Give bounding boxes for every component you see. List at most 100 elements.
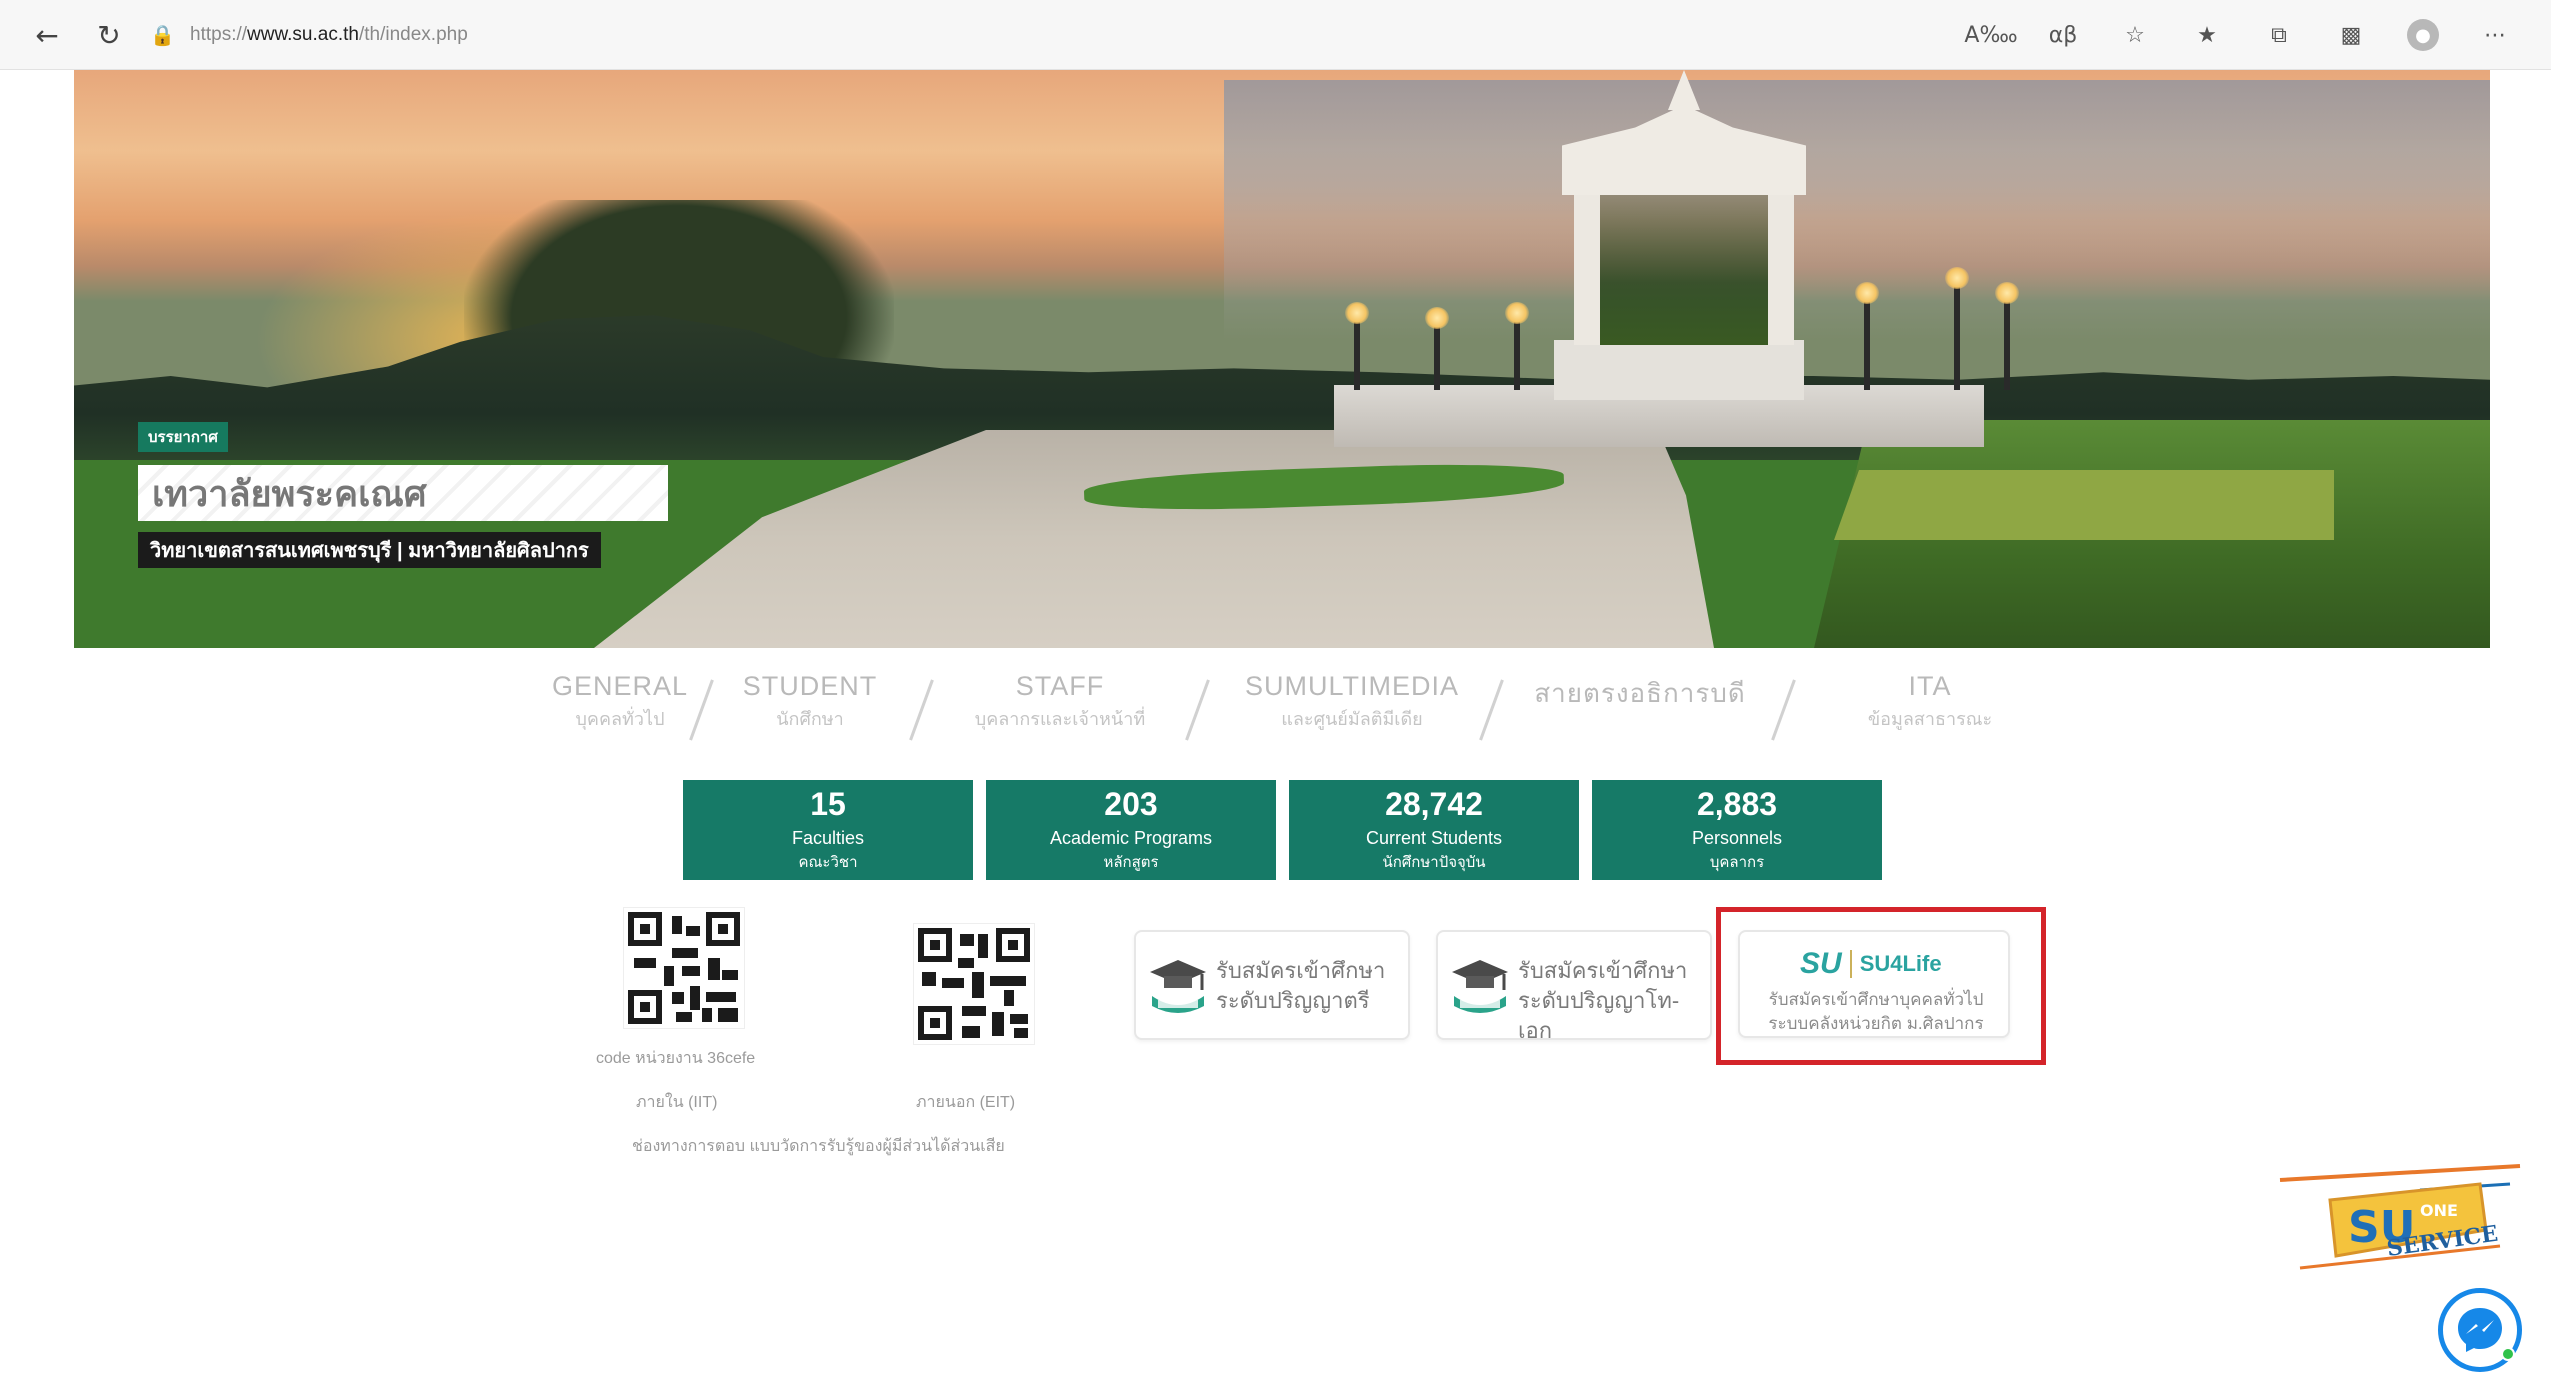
stat-label: Academic Programs (1049, 828, 1213, 848)
graduation-cap-icon (1452, 960, 1508, 1013)
graduation-cap-icon (1150, 960, 1206, 1013)
category-staff[interactable]: STAFF บุคลากรและเจ้าหน้าที่ (940, 668, 1180, 748)
category-president-line[interactable]: สายตรงอธิการบดี (1520, 668, 1760, 748)
lamp-post (1425, 307, 1449, 390)
lock-icon[interactable]: 🔒 (150, 23, 190, 48)
category-nav: GENERAL บุคคลทั่วไป STUDENT นักศึกษา STA… (500, 668, 2040, 748)
category-sublabel: บุคลากรและเจ้าหน้าที่ (974, 709, 1146, 729)
qr-module (702, 1008, 712, 1022)
stat-personnels[interactable]: 2,883 Personnels บุคลากร (1592, 780, 1882, 880)
qr-code-iit[interactable] (623, 907, 745, 1029)
url-host: www.su.ac.th (247, 24, 359, 45)
apply-line2: ระดับปริญญาโท-เอก (1518, 988, 1680, 1043)
browser-actions: A‱ αβ ☆ ★ ⧉ ▩ ● ⋯ (1964, 14, 2511, 56)
url-prefix: https:// (190, 24, 248, 45)
lamp-post (1995, 282, 2019, 390)
add-favorite-icon[interactable]: ☆ (2119, 19, 2151, 51)
category-ita[interactable]: ITA ข้อมูลสาธารณะ (1810, 668, 2050, 748)
qr-module (676, 1012, 692, 1022)
stat-number: 203 (1104, 786, 1158, 822)
qr-module (1014, 1028, 1028, 1038)
stat-sublabel: หลักสูตร (1103, 854, 1159, 871)
extensions-icon[interactable]: ▩ (2335, 19, 2367, 51)
category-label: สายตรงอธิการบดี (1534, 678, 1746, 708)
qr-module (708, 958, 720, 980)
qr-module (962, 1006, 986, 1016)
hero-tag: บรรยากาศ (138, 422, 228, 452)
apply-line1: รับสมัครเข้าศึกษา (1518, 958, 1688, 983)
messenger-chat-button[interactable] (2438, 1288, 2522, 1372)
qr-module (672, 916, 682, 934)
url-path: /th/index.php (358, 24, 468, 45)
reload-icon[interactable]: ↻ (88, 14, 130, 56)
qr-module (690, 986, 700, 1010)
qr-finder (706, 912, 740, 946)
one-stop-service-badge[interactable]: SU ONE SERVICE (2270, 1160, 2530, 1280)
back-icon[interactable]: ← (26, 14, 68, 56)
address-bar[interactable]: 🔒 https://www.su.ac.th/th/index.php (150, 14, 1950, 56)
hero-banner[interactable]: บรรยากาศ เทวาลัยพระคเณศ วิทยาเขตสารสนเทศ… (74, 70, 2490, 648)
qr-iit-label: ภายใน (IIT) (636, 1094, 718, 1111)
apply-graduate-button[interactable]: รับสมัครเข้าศึกษา ระดับปริญญาโท-เอก (1436, 930, 1712, 1043)
category-sublabel: ข้อมูลสาธารณะ (1867, 709, 1993, 729)
qr-module (722, 970, 738, 980)
category-sumultimedia[interactable]: SUMULTIMEDIA และศูนย์มัลติมีเดีย (1222, 668, 1482, 748)
sky-clouds (1224, 80, 2490, 340)
category-label: STAFF (1015, 671, 1105, 701)
category-sublabel: และศูนย์มัลติมีเดีย (1281, 709, 1423, 729)
apply-line2: ระดับปริญญาตรี (1216, 988, 1370, 1013)
shrine-pavilion (1574, 190, 1794, 345)
lamp-post (1345, 302, 1369, 390)
qr-module (1010, 1014, 1028, 1024)
shrine-plinth (1554, 340, 1804, 400)
qr-module (990, 976, 1026, 986)
stat-label: Current Students (1365, 828, 1503, 848)
stat-label: Personnels (1691, 828, 1783, 848)
stat-sublabel: คณะวิชา (798, 854, 858, 871)
online-indicator (2501, 1347, 2515, 1361)
qr-finder (628, 912, 662, 946)
qr-module (682, 966, 700, 976)
read-aloud-icon[interactable]: A‱ (1964, 19, 2017, 51)
qr-code-eit[interactable] (913, 923, 1035, 1045)
collections-icon[interactable]: ⧉ (2263, 19, 2295, 51)
lamp-post (1505, 302, 1529, 390)
stat-programs[interactable]: 203 Academic Programs หลักสูตร (986, 780, 1276, 880)
lamp-post (1945, 267, 1969, 390)
qr-module (1004, 990, 1014, 1006)
stat-faculties[interactable]: 15 Faculties คณะวิชา (683, 780, 973, 880)
qr-module (718, 1008, 738, 1022)
more-icon[interactable]: ⋯ (2479, 19, 2511, 51)
qr-module (672, 992, 684, 1004)
stat-number: 2,883 (1696, 786, 1778, 822)
favorites-icon[interactable]: ★ (2191, 19, 2223, 51)
qr-module (634, 958, 656, 968)
qr-module (978, 934, 988, 958)
apply-line1: รับสมัครเข้าศึกษา (1216, 958, 1386, 983)
stat-sublabel: นักศึกษาปัจจุบัน (1382, 854, 1486, 871)
qr-module (962, 1026, 980, 1038)
stat-sublabel: บุคลากร (1709, 854, 1765, 871)
qr-finder (918, 928, 952, 962)
apply-bachelor-button[interactable]: รับสมัครเข้าศึกษา ระดับปริญญาตรี (1134, 930, 1410, 1040)
stat-number: 28,742 (1385, 786, 1483, 822)
qr-finder (628, 990, 662, 1024)
one-stop-one-text: ONE (2420, 1201, 2458, 1220)
qr-finder (918, 1006, 952, 1040)
stat-number: 15 (810, 786, 846, 822)
translate-icon[interactable]: αβ (2047, 19, 2079, 51)
category-student[interactable]: STUDENT นักศึกษา (690, 668, 930, 748)
profile-icon[interactable]: ● (2407, 19, 2439, 51)
qr-module (958, 958, 974, 968)
qr-module (664, 966, 674, 986)
messenger-icon (2458, 1308, 2502, 1352)
qr-module (972, 972, 984, 998)
qr-eit-label: ภายนอก (EIT) (916, 1094, 1016, 1111)
lawn-strip (1834, 470, 2334, 540)
category-divider (1185, 679, 1210, 741)
qr-module (672, 948, 698, 958)
stat-students[interactable]: 28,742 Current Students นักศึกษาปัจจุบัน (1289, 780, 1579, 880)
browser-toolbar: ← ↻ 🔒 https://www.su.ac.th/th/index.php … (0, 0, 2551, 70)
category-label: ITA (1908, 671, 1952, 701)
qr-module (960, 934, 974, 946)
